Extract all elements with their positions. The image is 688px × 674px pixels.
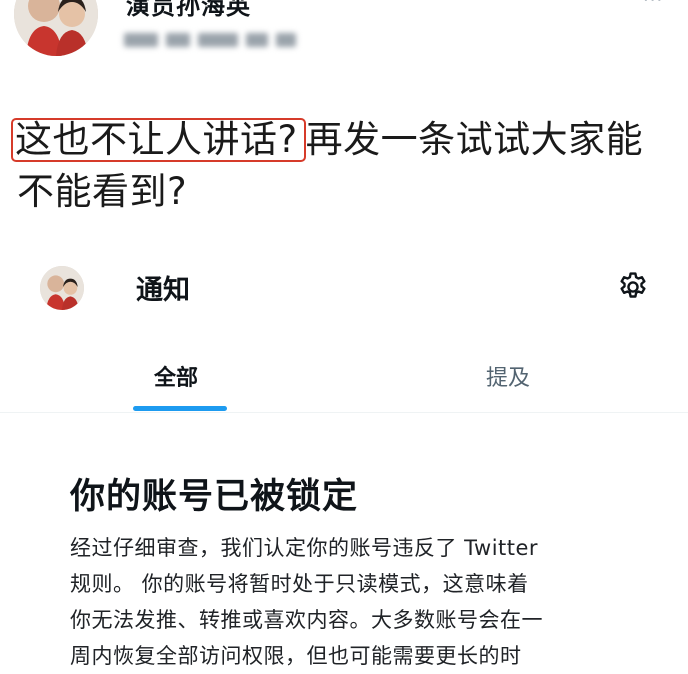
- notifications-title: 通知: [136, 275, 190, 306]
- avatar-photo-small: [40, 266, 84, 310]
- highlighted-text: 这也不让人讲话?: [11, 118, 306, 162]
- avatar-photo: [14, 0, 98, 56]
- post-text: 这也不让人讲话? 再发一条试试大家能 不能看到?: [11, 114, 681, 218]
- message-line: 周内恢复全部访问权限，但也可能需要更长的时: [70, 644, 522, 668]
- message-line: 经过仔细审查，我们认定你的账号违反了 Twitter: [70, 536, 539, 560]
- tab-mentions[interactable]: 提及: [486, 360, 530, 392]
- tab-all[interactable]: 全部: [154, 360, 198, 392]
- author-name[interactable]: 演员孙海英: [126, 0, 251, 21]
- post-text-line1-rest: 再发一条试试大家能: [305, 118, 644, 161]
- tab-divider: [0, 412, 688, 413]
- active-tab-indicator: [133, 406, 227, 411]
- message-line: 规则。 你的账号将暂时处于只读模式，这意味着: [70, 572, 529, 596]
- post-text-line2: 不能看到?: [17, 170, 188, 213]
- user-avatar[interactable]: [40, 266, 84, 310]
- author-handle-blurred: [124, 30, 300, 52]
- message-line: 你无法发推、转推或喜欢内容。大多数账号会在一: [70, 608, 543, 632]
- more-icon[interactable]: ···: [643, 0, 663, 11]
- author-avatar[interactable]: [14, 0, 98, 56]
- account-locked-message: 经过仔细审查，我们认定你的账号违反了 Twitter 规则。 你的账号将暂时处于…: [70, 530, 640, 674]
- account-locked-heading: 你的账号已被锁定: [70, 477, 359, 517]
- gear-icon[interactable]: [616, 270, 650, 304]
